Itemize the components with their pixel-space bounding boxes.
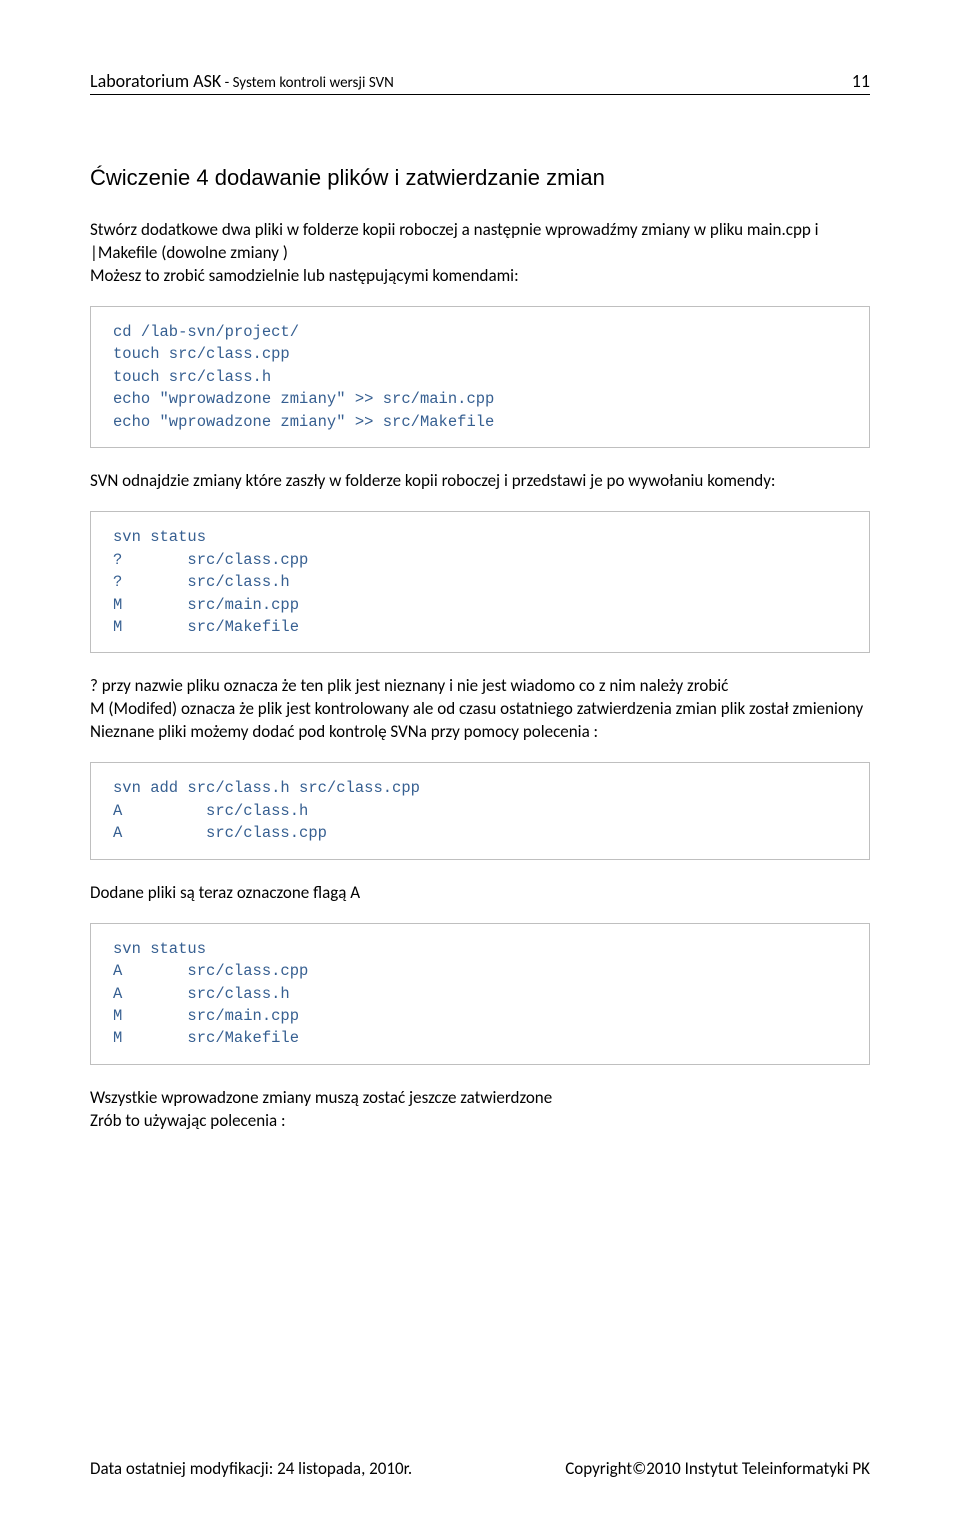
paragraph-7: Dodane pliki są teraz oznaczone flagą A xyxy=(90,882,870,905)
code-block-2: svn status ? src/class.cpp ? src/class.h… xyxy=(90,511,870,653)
paragraph-4: ? przy nazwie pliku oznacza że ten plik … xyxy=(90,675,870,698)
code-block-1: cd /lab-svn/project/ touch src/class.cpp… xyxy=(90,306,870,448)
header-page-number: 11 xyxy=(852,70,870,92)
document-page: Laboratorium ASK - System kontroli wersj… xyxy=(0,0,960,1519)
page-header: Laboratorium ASK - System kontroli wersj… xyxy=(90,70,870,95)
paragraph-8: Wszystkie wprowadzone zmiany muszą zosta… xyxy=(90,1087,870,1110)
section-title: Ćwiczenie 4 dodawanie plików i zatwierdz… xyxy=(90,165,870,191)
footer-right: Copyright©2010 Instytut Teleinformatyki … xyxy=(565,1458,870,1479)
header-left: Laboratorium ASK - System kontroli wersj… xyxy=(90,70,394,92)
paragraph-9: Zrób to używając polecenia : xyxy=(90,1110,870,1133)
header-subtitle: System kontroli wersji SVN xyxy=(233,74,394,92)
paragraph-5: M (Modifed) oznacza że plik jest kontrol… xyxy=(90,698,870,721)
page-footer: Data ostatniej modyfikacji: 24 listopada… xyxy=(90,1458,870,1479)
paragraph-6: Nieznane pliki możemy dodać pod kontrolę… xyxy=(90,721,870,744)
code-block-4: svn status A src/class.cpp A src/class.h… xyxy=(90,923,870,1065)
code-block-3: svn add src/class.h src/class.cpp A src/… xyxy=(90,762,870,859)
header-lab: Laboratorium ASK xyxy=(90,70,221,92)
footer-left: Data ostatniej modyfikacji: 24 listopada… xyxy=(90,1458,412,1479)
paragraph-2: Możesz to zrobić samodzielnie lub następ… xyxy=(90,265,870,288)
header-sep: - xyxy=(221,74,232,92)
paragraph-1: Stwórz dodatkowe dwa pliki w folderze ko… xyxy=(90,219,870,265)
paragraph-3: SVN odnajdzie zmiany które zaszły w fold… xyxy=(90,470,870,493)
